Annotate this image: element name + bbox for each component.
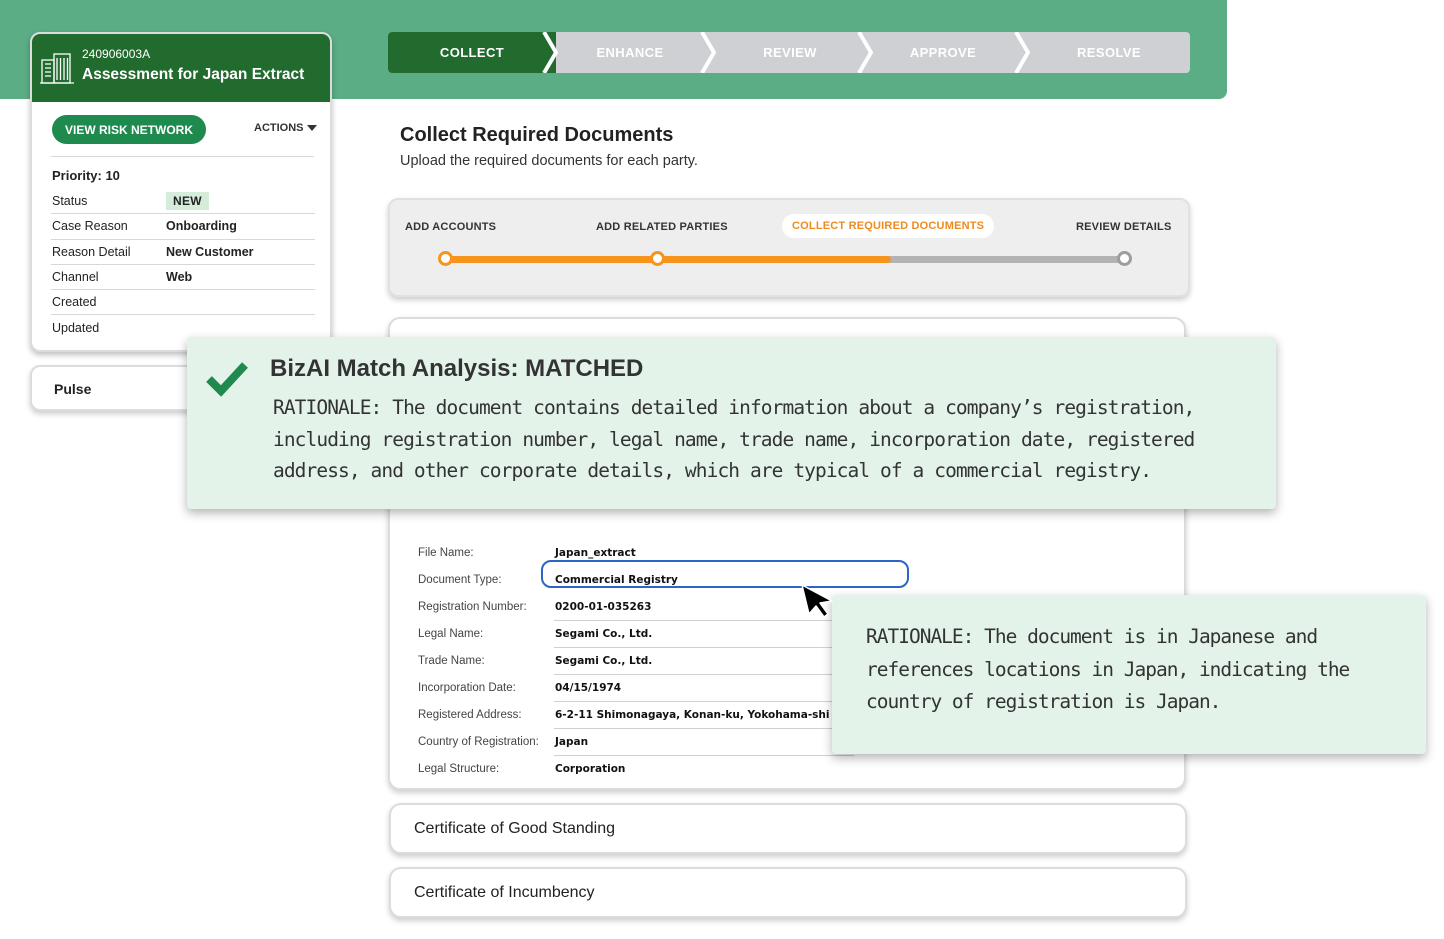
view-risk-network-button[interactable]: VIEW RISK NETWORK — [52, 115, 206, 144]
field-legal-structure: Legal Structure: Corporation — [418, 757, 838, 784]
divider — [554, 647, 854, 648]
field-label: Legal Name: — [418, 628, 484, 640]
divider — [554, 701, 854, 702]
field-value: Corporation — [555, 763, 626, 775]
document-type-highlight[interactable] — [541, 560, 909, 588]
field-incorporation-date: Incorporation Date: 04/15/1974 — [418, 676, 854, 703]
property-label: Created — [52, 295, 97, 310]
stage-progress-bar: COLLECT ENHANCE REVIEW APPROVE RESOLVE — [388, 32, 1190, 73]
certificate-good-standing-card[interactable]: Certificate of Good Standing — [389, 803, 1187, 854]
step-dot-pending — [1117, 251, 1132, 266]
page-subtitle: Upload the required documents for each p… — [400, 153, 698, 169]
property-label: Updated — [52, 321, 100, 336]
onboarding-stepper: ADD ACCOUNTS ADD RELATED PARTIES COLLECT… — [388, 198, 1190, 297]
actions-dropdown[interactable]: ACTIONS — [254, 122, 317, 134]
bizai-match-callout: BizAI Match Analysis: MATCHED RATIONALE:… — [187, 337, 1276, 509]
stage-label: RESOLVE — [1077, 45, 1141, 60]
field-legal-name: Legal Name: Segami Co., Ltd. — [418, 622, 854, 649]
property-row-status: Status NEW — [51, 189, 315, 215]
stage-enhance[interactable]: ENHANCE — [553, 32, 707, 73]
stage-resolve[interactable]: RESOLVE — [1028, 32, 1190, 73]
divider — [554, 728, 854, 729]
case-id: 240906003A — [82, 47, 151, 61]
field-value: Japan — [555, 736, 589, 748]
case-header: 240906003A Assessment for Japan Extract — [32, 34, 330, 102]
field-trade-name: Trade Name: Segami Co., Ltd. — [418, 649, 854, 676]
certificate-incumbency-card[interactable]: Certificate of Incumbency — [389, 867, 1187, 918]
country-rationale-callout: RATIONALE: The document is in Japanese a… — [832, 595, 1426, 754]
property-value: Onboarding — [166, 219, 237, 234]
field-country-of-registration: Country of Registration: Japan — [418, 730, 854, 757]
field-label: Registered Address: — [418, 709, 522, 721]
field-label: Incorporation Date: — [418, 682, 516, 694]
step-add-related-parties[interactable]: ADD RELATED PARTIES — [596, 221, 728, 233]
field-label: Legal Structure: — [418, 763, 500, 775]
step-review-details[interactable]: REVIEW DETAILS — [1076, 221, 1172, 233]
status-badge: NEW — [166, 192, 209, 211]
stage-review[interactable]: REVIEW — [713, 32, 867, 73]
property-label: Status — [52, 194, 88, 209]
field-value: Segami Co., Ltd. — [555, 628, 653, 640]
stepper-progress — [445, 256, 891, 263]
stage-label: REVIEW — [763, 45, 817, 60]
field-value: 0200-01-035263 — [555, 601, 652, 613]
field-label: File Name: — [418, 547, 474, 559]
property-row-channel: Channel Web — [51, 265, 315, 291]
stage-collect[interactable]: COLLECT — [388, 32, 556, 73]
divider — [51, 156, 314, 157]
property-value: Web — [166, 270, 193, 285]
case-properties: Status NEW Case Reason Onboarding Reason… — [51, 189, 315, 341]
field-registration-number: Registration Number: 0200-01-035263 — [418, 595, 854, 622]
field-label: Document Type: — [418, 574, 502, 586]
step-dot-complete — [438, 251, 453, 266]
certificate-label: Certificate of Good Standing — [414, 820, 616, 837]
actions-label: ACTIONS — [254, 122, 304, 134]
building-icon — [40, 52, 74, 89]
field-value: 04/15/1974 — [555, 682, 622, 694]
case-card: 240906003A Assessment for Japan Extract … — [30, 32, 332, 352]
country-rationale-text: RATIONALE: The document is in Japanese a… — [866, 625, 1350, 713]
stage-chevron — [1014, 32, 1030, 73]
case-title: Assessment for Japan Extract — [82, 66, 305, 83]
stage-label: ENHANCE — [596, 45, 664, 60]
mouse-pointer-icon — [801, 584, 835, 623]
stage-approve[interactable]: APPROVE — [868, 32, 1018, 73]
divider — [554, 755, 854, 756]
property-label: Case Reason — [52, 219, 128, 234]
field-label: Country of Registration: — [418, 736, 539, 748]
field-label: Trade Name: — [418, 655, 485, 667]
step-collect-required-documents[interactable]: COLLECT REQUIRED DOCUMENTS — [782, 214, 995, 238]
field-value: Segami Co., Ltd. — [555, 655, 653, 667]
field-label: Registration Number: — [418, 601, 527, 613]
property-row-reason-detail: Reason Detail New Customer — [51, 240, 315, 265]
certificate-label: Certificate of Incumbency — [414, 884, 595, 901]
field-registered-address: Registered Address: 6-2-11 Shimonagaya, … — [418, 703, 854, 730]
bizai-title: BizAI Match Analysis: MATCHED — [270, 355, 644, 382]
stage-label: COLLECT — [439, 45, 505, 60]
property-label: Reason Detail — [52, 244, 131, 259]
priority-label: Priority: 10 — [52, 168, 120, 183]
property-label: Channel — [52, 270, 99, 285]
property-value: New Customer — [166, 244, 254, 259]
property-row-created: Created — [51, 290, 315, 316]
pulse-label: Pulse — [54, 381, 92, 397]
bizai-rationale: RATIONALE: The document contains detaile… — [273, 396, 1195, 482]
property-row-case-reason: Case Reason Onboarding — [51, 214, 315, 240]
field-value: Japan_extract — [555, 547, 636, 559]
page-title: Collect Required Documents — [400, 124, 674, 146]
step-dot-complete — [650, 251, 665, 266]
divider — [554, 674, 854, 675]
check-icon — [205, 359, 249, 402]
caret-down-icon — [306, 125, 317, 131]
stage-label: APPROVE — [909, 45, 977, 60]
step-add-accounts[interactable]: ADD ACCOUNTS — [405, 221, 496, 233]
field-value: 6-2-11 Shimonagaya, Konan-ku, Yokohama-s… — [555, 709, 830, 721]
